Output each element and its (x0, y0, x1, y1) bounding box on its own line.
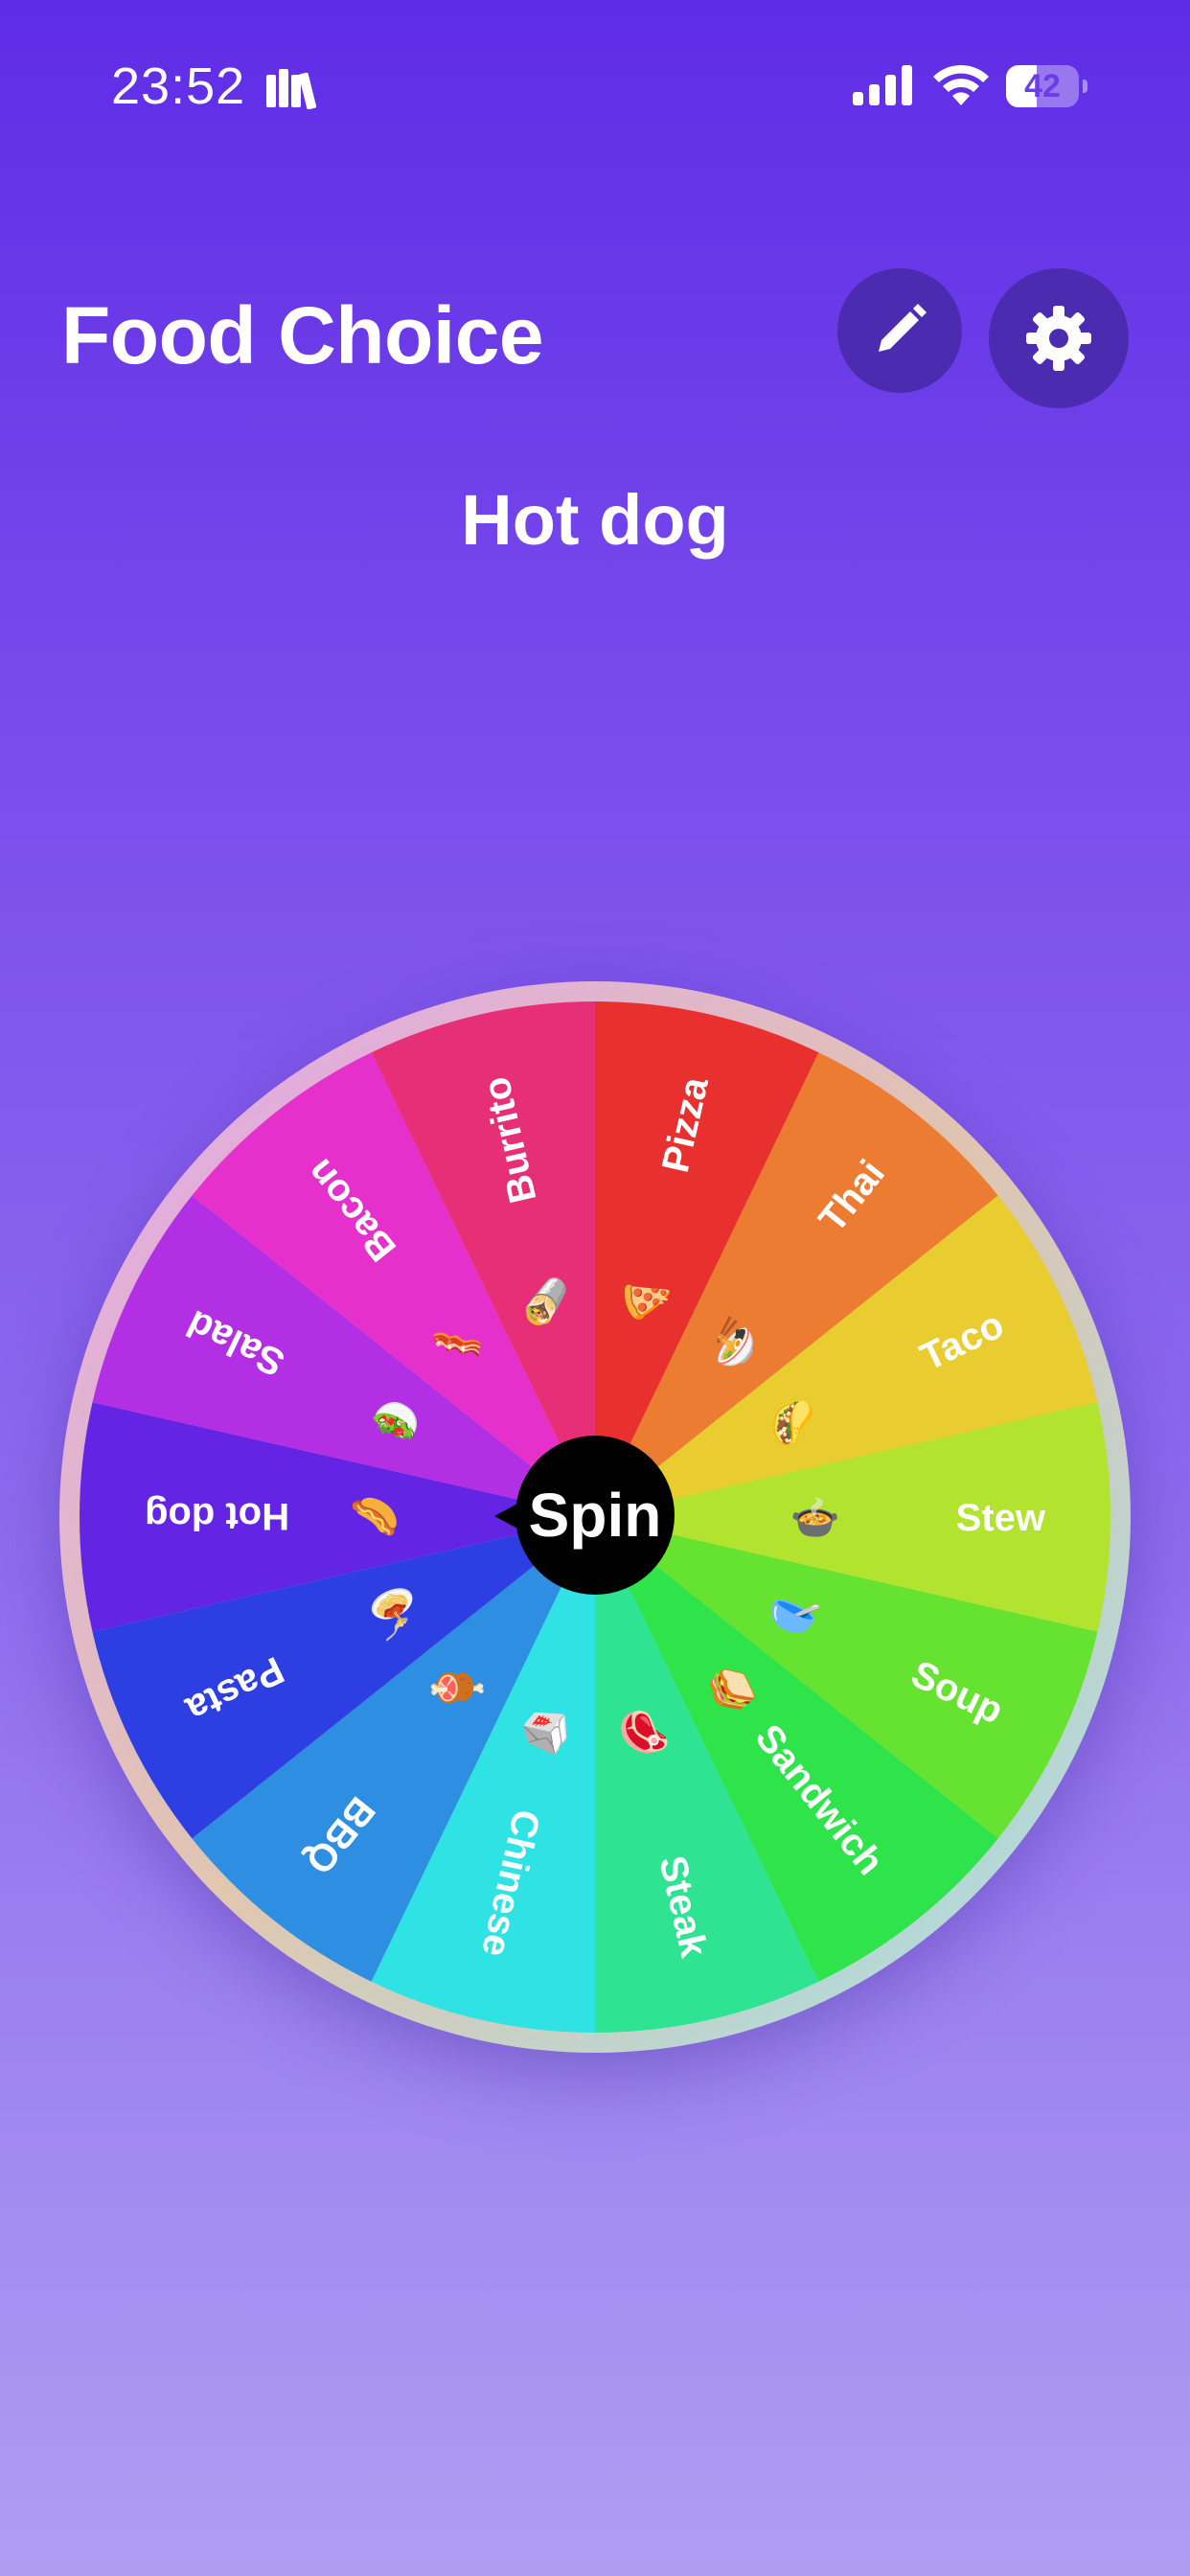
signal-icon (853, 65, 912, 105)
settings-button[interactable] (989, 268, 1129, 408)
books-icon (266, 69, 317, 109)
wheel-segment-text: Stew (956, 1497, 1046, 1539)
edit-button[interactable] (837, 268, 962, 393)
battery-icon: 42 (1006, 65, 1088, 107)
pencil-icon (879, 304, 927, 352)
wifi-icon (933, 64, 989, 105)
spin-button[interactable]: Spin (515, 1436, 675, 1595)
status-time: 23:52 (111, 58, 246, 115)
wheel-segment-label: Hot dog 🌭 (145, 1494, 400, 1539)
wheel-segment-emoji: 🌭 (350, 1494, 400, 1539)
wheel-segment-text: Hot dog (145, 1495, 289, 1537)
selected-result: Hot dog (461, 480, 729, 560)
battery-level: 42 (1024, 68, 1061, 104)
gear-icon (1026, 306, 1091, 371)
wheel-segment-emoji: 🍲 (790, 1495, 840, 1540)
page-title: Food Choice (61, 290, 544, 380)
